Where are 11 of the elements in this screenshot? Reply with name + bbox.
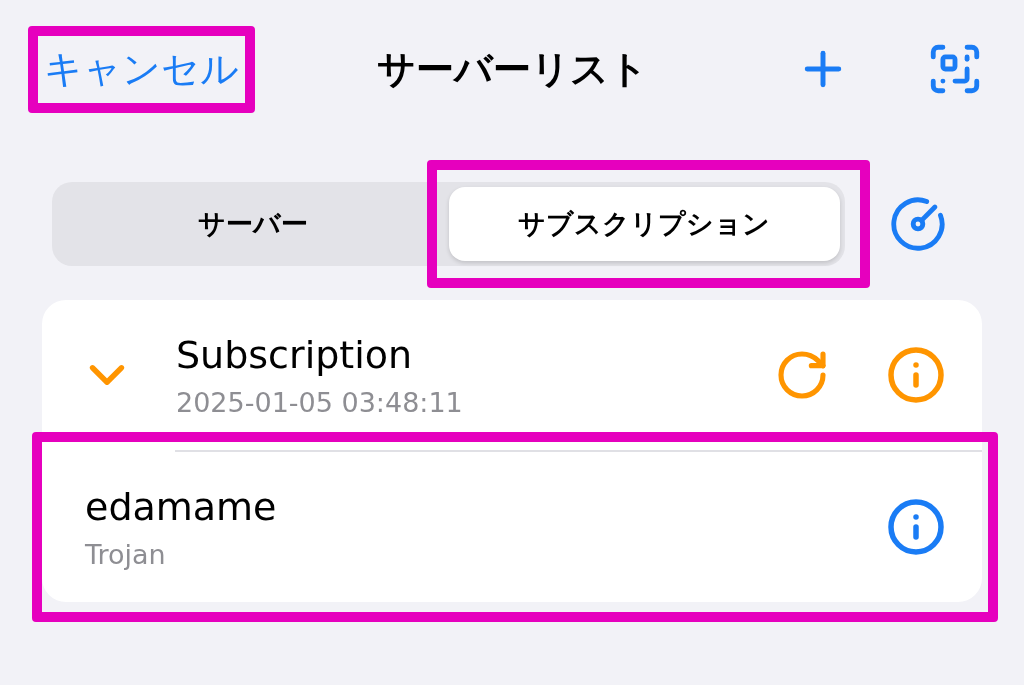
subscription-name: Subscription [176, 332, 414, 377]
server-protocol: Trojan [85, 538, 167, 570]
speedometer-icon[interactable] [889, 195, 947, 253]
info-icon[interactable] [886, 345, 946, 405]
page-title: サーバーリスト [376, 45, 648, 93]
tab[interactable]: サブスクリプション [448, 187, 840, 261]
server-name: edamame [85, 484, 278, 529]
info-icon[interactable] [886, 497, 946, 557]
cancel-button[interactable]: キャンセル [40, 37, 243, 101]
tab[interactable]: サーバー [57, 187, 449, 261]
update-time: 2025-01-05 03:48:11 [176, 386, 464, 418]
